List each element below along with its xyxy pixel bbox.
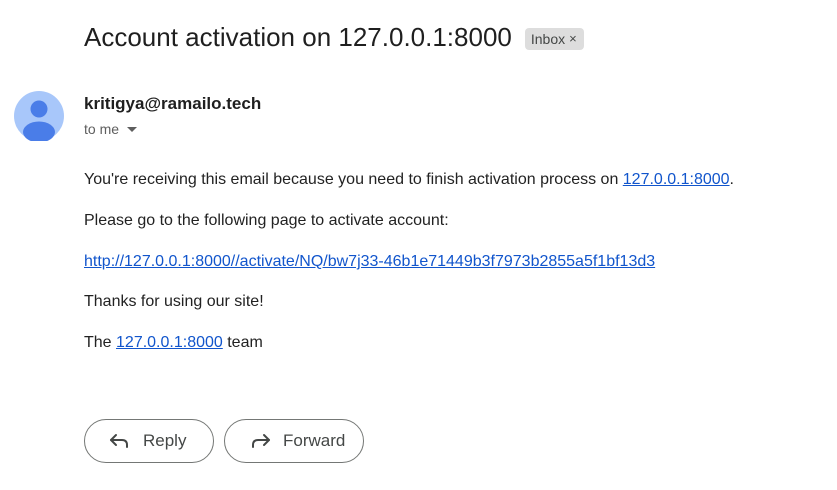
email-view: Account activation on 127.0.0.1:8000 Inb… <box>0 0 837 490</box>
body-line-1-text: You're receiving this email because you … <box>84 171 623 188</box>
email-subject: Account activation on 127.0.0.1:8000 <box>84 22 512 52</box>
sender-avatar[interactable] <box>14 91 64 143</box>
reply-label: Reply <box>143 431 187 450</box>
team-site-link[interactable]: 127.0.0.1:8000 <box>116 334 223 351</box>
subject-row: Account activation on 127.0.0.1:8000 Inb… <box>84 22 584 53</box>
sender-name: kritigya@ramailo.tech <box>84 94 262 113</box>
recipient-text: to me <box>84 121 120 137</box>
body-line-5: The 127.0.0.1:8000 team <box>84 333 263 353</box>
reply-arrow-icon <box>110 434 128 448</box>
body-line-5-prefix: The <box>84 334 117 351</box>
forward-button[interactable]: Forward <box>224 419 364 463</box>
body-line-1-suffix: . <box>729 171 734 188</box>
label-text: Inbox <box>530 30 566 47</box>
body-line-5-suffix: team <box>222 334 263 351</box>
body-line-1: You're receiving this email because you … <box>84 170 734 190</box>
activation-link[interactable]: http://127.0.0.1:8000//activate/NQ/bw7j3… <box>84 253 655 270</box>
forward-arrow-icon <box>252 434 270 448</box>
site-link[interactable]: 127.0.0.1:8000 <box>623 171 730 188</box>
inbox-label-chip[interactable]: Inbox × <box>524 27 584 50</box>
body-line-2: Please go to the following page to activ… <box>84 212 449 229</box>
forward-label: Forward <box>283 431 346 450</box>
reply-button[interactable]: Reply <box>84 419 214 463</box>
person-icon <box>14 91 64 143</box>
body-line-3: http://127.0.0.1:8000//activate/NQ/bw7j3… <box>84 252 655 272</box>
caret-down-icon[interactable] <box>127 126 138 132</box>
recipient-line[interactable]: to me <box>84 121 138 137</box>
remove-label-icon[interactable]: × <box>569 28 577 50</box>
body-line-4: Thanks for using our site! <box>84 293 264 310</box>
